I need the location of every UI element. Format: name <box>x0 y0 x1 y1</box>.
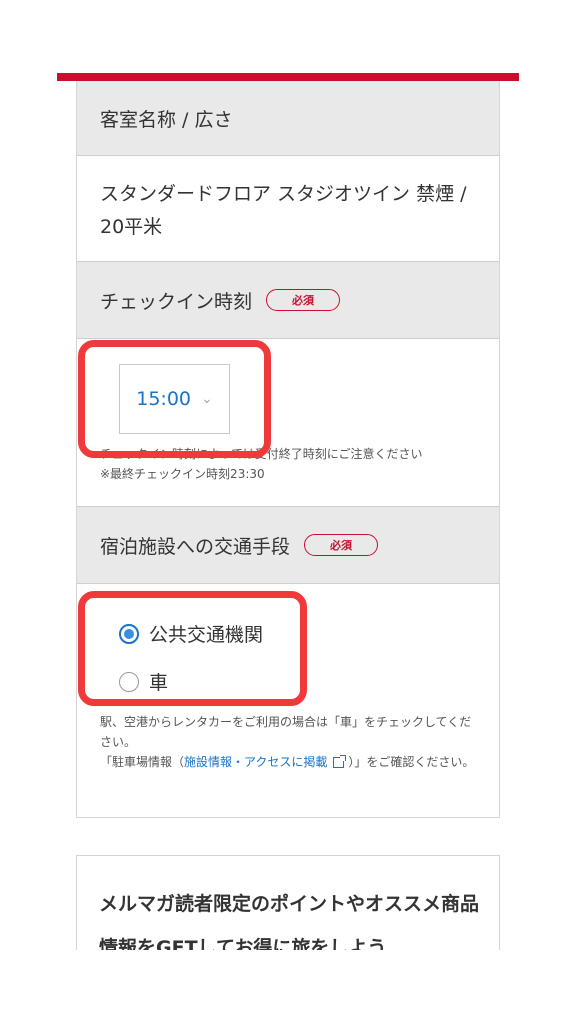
checkin-highlight-box <box>78 340 271 458</box>
transport-section-header: 宿泊施設への交通手段 必須 <box>77 507 499 584</box>
room-section-body: スタンダードフロア スタジオツイン 禁煙 / 20平米 <box>77 156 499 262</box>
top-accent-bar <box>57 73 519 81</box>
help-line: 駅、空港からレンタカーをご利用の場合は「車」をチェックしてください。 <box>100 715 472 749</box>
help-prefix: 「駐車場情報（ <box>100 755 185 769</box>
external-link-icon <box>333 755 347 768</box>
newsletter-promo-card: メルマガ読者限定のポイントやオススメ商品情報をGETしてお得に旅をしよう <box>76 855 500 950</box>
transport-highlight-box <box>78 591 307 706</box>
checkin-header-label: チェックイン時刻 <box>100 290 253 313</box>
promo-text: メルマガ読者限定のポイントやオススメ商品情報をGETしてお得に旅をしよう <box>99 893 480 950</box>
room-header-label: 客室名称 / 広さ <box>100 108 233 131</box>
room-name-value: スタンダードフロア スタジオツイン 禁煙 / 20平米 <box>100 183 467 238</box>
required-badge: 必須 <box>304 534 379 556</box>
transport-help-text: 駅、空港からレンタカーをご利用の場合は「車」をチェックしてください。 「駐車場情… <box>100 712 481 772</box>
facility-access-link[interactable]: 施設情報・アクセスに掲載 <box>184 755 327 769</box>
room-section-header: 客室名称 / 広さ <box>77 81 499 156</box>
checkin-section-header: チェックイン時刻 必須 <box>77 262 499 339</box>
transport-header-label: 宿泊施設への交通手段 <box>100 535 291 558</box>
parking-info-line: 「駐車場情報（施設情報・アクセスに掲載 ）」をご確認ください。 <box>100 752 481 772</box>
help-suffix: ）」をご確認ください。 <box>348 755 475 769</box>
last-checkin-note: ※最終チェックイン時刻23:30 <box>100 467 265 481</box>
required-badge: 必須 <box>266 289 341 311</box>
